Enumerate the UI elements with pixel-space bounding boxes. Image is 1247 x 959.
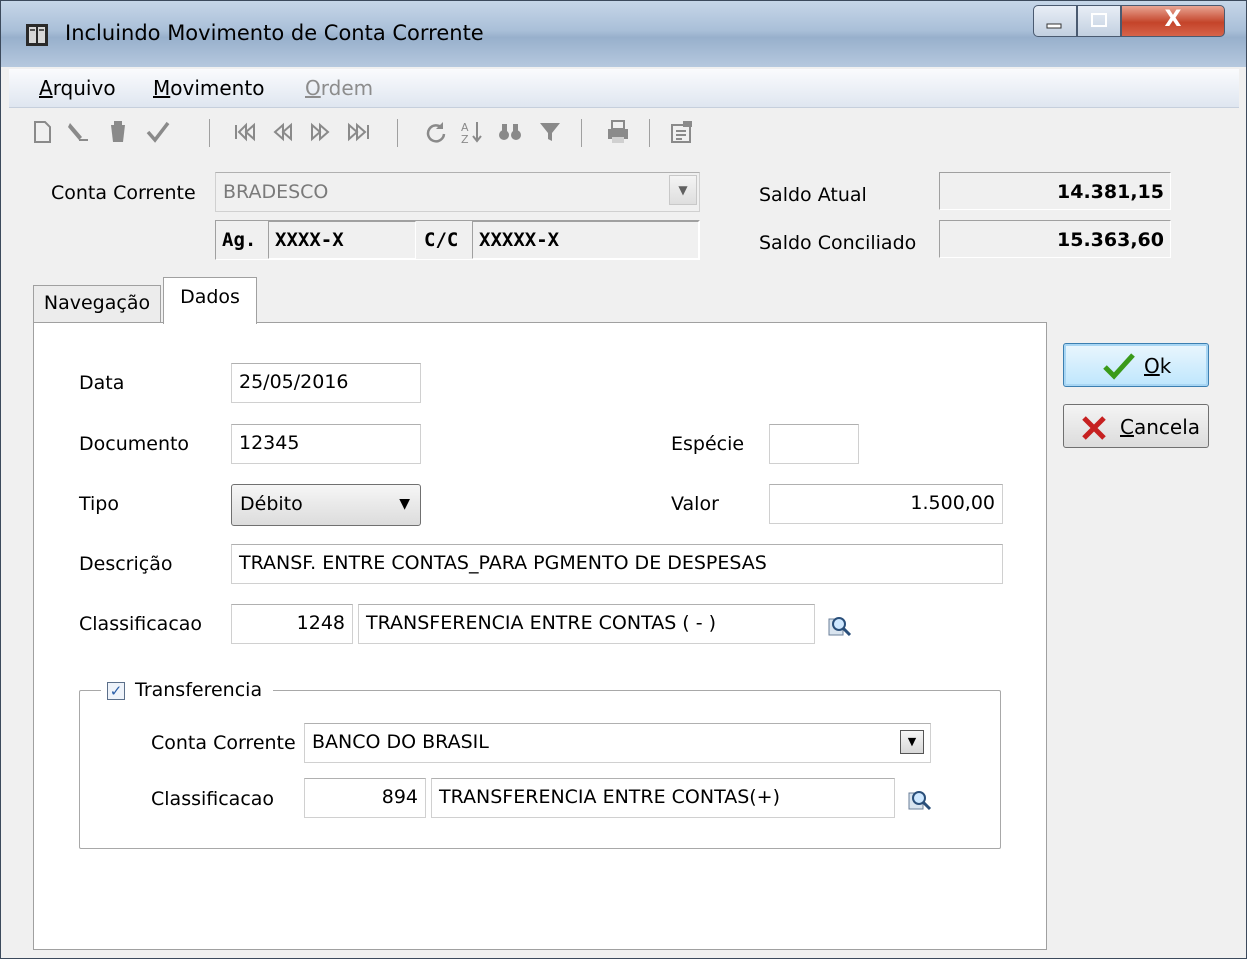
- chevron-down-icon[interactable]: ▼: [669, 175, 697, 205]
- toolbar: AZ: [9, 109, 1239, 155]
- classificacao-desc-input[interactable]: TRANSFERENCIA ENTRE CONTAS ( - ): [358, 604, 815, 644]
- documento-label: Documento: [79, 433, 190, 455]
- delete-icon[interactable]: [105, 119, 131, 145]
- menu-arquivo[interactable]: Arquivo: [39, 76, 116, 100]
- transf-conta-corrente-label: Conta Corrente: [151, 732, 296, 754]
- edit-pencil-icon[interactable]: [65, 119, 91, 145]
- toolbar-separator: [397, 119, 398, 147]
- especie-label: Espécie: [671, 433, 745, 455]
- filter-icon[interactable]: [537, 119, 563, 145]
- descricao-input[interactable]: TRANSF. ENTRE CONTAS_PARA PGMENTO DE DES…: [231, 544, 1003, 584]
- cc-value-box: XXXXX-X: [472, 221, 699, 259]
- transf-classificacao-desc-input[interactable]: TRANSFERENCIA ENTRE CONTAS(+): [431, 778, 895, 818]
- new-document-icon[interactable]: [29, 119, 55, 145]
- properties-icon[interactable]: [669, 119, 695, 145]
- data-input[interactable]: 25/05/2016: [231, 363, 421, 403]
- tipo-select[interactable]: Débito ▼: [231, 484, 421, 526]
- title-bar[interactable]: Incluindo Movimento de Conta Corrente X: [1, 1, 1246, 67]
- cancela-button[interactable]: Cancela: [1063, 404, 1209, 448]
- app-icon: [26, 24, 48, 46]
- check-icon: [1103, 353, 1135, 380]
- minimize-icon: [1046, 23, 1062, 29]
- menu-movimento[interactable]: Movimento: [153, 76, 264, 100]
- toolbar-separator: [581, 119, 582, 147]
- sort-icon[interactable]: AZ: [459, 119, 485, 145]
- valor-input[interactable]: 1.500,00: [769, 484, 1003, 524]
- menu-bar: Arquivo Movimento Ordem: [9, 69, 1239, 108]
- conta-corrente-value: BRADESCO: [223, 181, 329, 203]
- saldo-atual-box: 14.381,15: [939, 172, 1171, 210]
- previous-record-icon[interactable]: [271, 119, 297, 145]
- print-icon[interactable]: [605, 119, 631, 145]
- last-record-icon[interactable]: [345, 119, 371, 145]
- ag-value-box: XXXX-X: [268, 221, 416, 259]
- transf-classificacao-label: Classificacao: [151, 788, 275, 810]
- saldo-conciliado-value: 15.363,60: [1057, 229, 1164, 251]
- next-record-icon[interactable]: [307, 119, 333, 145]
- descricao-label: Descrição: [79, 553, 173, 575]
- svg-text:Z: Z: [461, 133, 469, 145]
- refresh-icon[interactable]: [423, 119, 449, 145]
- transferencia-group: [79, 690, 1001, 849]
- close-icon: X: [1164, 7, 1182, 32]
- maximize-icon: [1091, 13, 1107, 27]
- find-binoculars-icon[interactable]: [497, 119, 523, 145]
- data-label: Data: [79, 372, 125, 394]
- check-icon: ✓: [109, 682, 123, 700]
- agency-account-info: Ag. XXXX-X C/C XXXXX-X: [215, 220, 700, 260]
- cancel-x-icon: [1082, 416, 1106, 440]
- ag-label: Ag.: [222, 229, 257, 251]
- saldo-conciliado-label: Saldo Conciliado: [759, 232, 917, 254]
- chevron-down-icon: ▼: [399, 496, 410, 512]
- ok-button[interactable]: Ok: [1063, 343, 1209, 387]
- transferencia-label: Transferencia: [135, 679, 263, 701]
- chevron-down-icon[interactable]: ▼: [900, 730, 924, 754]
- classificacao-code-input[interactable]: 1248: [231, 604, 353, 644]
- search-lookup-icon[interactable]: [827, 613, 853, 639]
- cc-label: C/C: [424, 229, 459, 251]
- toolbar-separator: [649, 119, 650, 147]
- search-lookup-icon[interactable]: [907, 787, 933, 813]
- tab-navegacao[interactable]: Navegação: [33, 285, 161, 323]
- saldo-atual-value: 14.381,15: [1057, 181, 1164, 203]
- saldo-atual-label: Saldo Atual: [759, 184, 867, 206]
- documento-input[interactable]: 12345: [231, 424, 421, 464]
- transferencia-checkbox[interactable]: ✓: [107, 682, 125, 700]
- close-button[interactable]: X: [1121, 5, 1225, 37]
- conta-corrente-select[interactable]: BRADESCO ▼: [215, 172, 700, 212]
- saldo-conciliado-box: 15.363,60: [939, 220, 1171, 258]
- menu-ordem[interactable]: Ordem: [305, 76, 373, 100]
- confirm-check-icon[interactable]: [145, 119, 171, 145]
- transf-conta-corrente-select[interactable]: BANCO DO BRASIL ▼: [304, 723, 931, 763]
- ag-value: XXXX-X: [275, 229, 344, 251]
- classificacao-label: Classificacao: [79, 613, 203, 635]
- window-title: Incluindo Movimento de Conta Corrente: [65, 21, 484, 45]
- transferencia-legend: ✓ Transferencia: [101, 679, 273, 703]
- toolbar-separator: [209, 119, 210, 147]
- transf-classificacao-code-input[interactable]: 894: [304, 778, 426, 818]
- especie-input[interactable]: [769, 424, 859, 464]
- first-record-icon[interactable]: [233, 119, 259, 145]
- tipo-label: Tipo: [79, 493, 119, 515]
- main-window: Incluindo Movimento de Conta Corrente X …: [0, 0, 1247, 959]
- tab-dados[interactable]: Dados: [163, 277, 257, 324]
- conta-corrente-label: Conta Corrente: [51, 182, 196, 204]
- valor-label: Valor: [671, 493, 719, 515]
- minimize-button[interactable]: [1033, 5, 1077, 37]
- maximize-button[interactable]: [1077, 5, 1121, 37]
- cc-value: XXXXX-X: [479, 229, 560, 251]
